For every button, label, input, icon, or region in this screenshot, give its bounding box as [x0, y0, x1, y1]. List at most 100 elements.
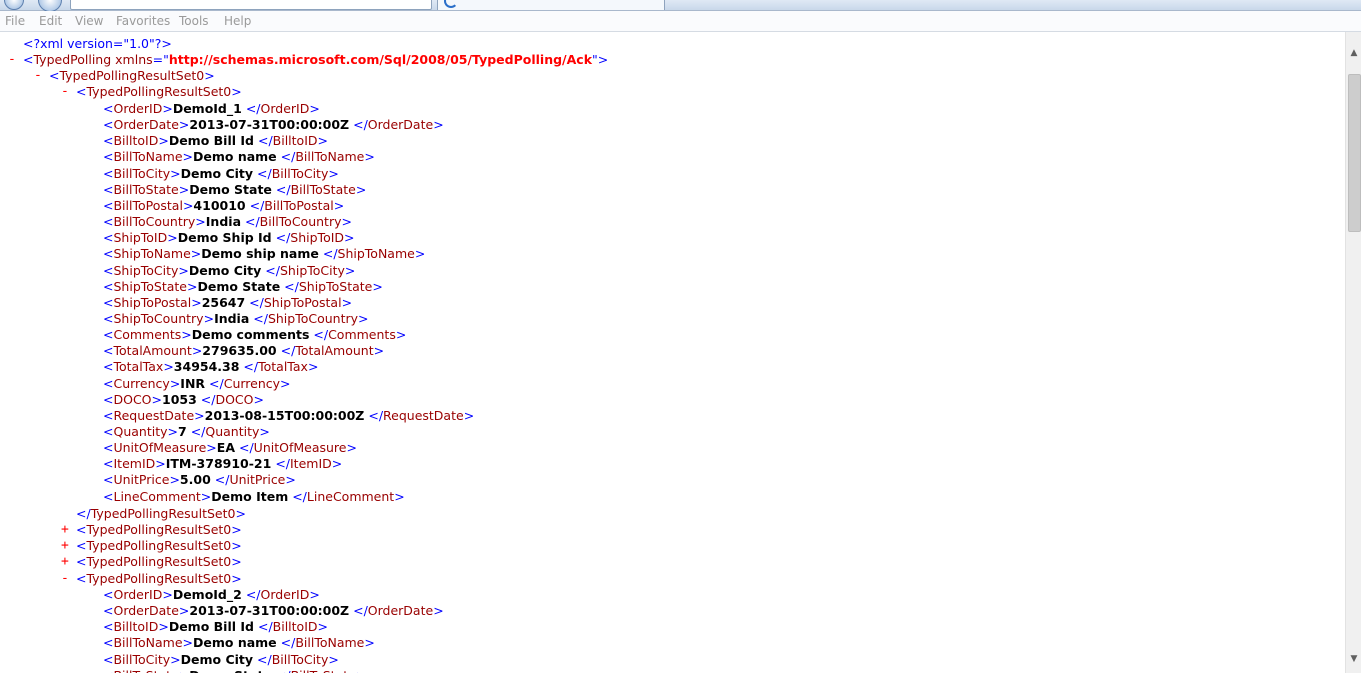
field-value: 1053: [162, 391, 197, 407]
field-tag-name: ShipToID: [290, 230, 345, 246]
bracket: </: [257, 165, 272, 181]
back-button[interactable]: [4, 0, 24, 10]
field-tag-name: DOCO: [215, 391, 254, 407]
bracket: <: [103, 165, 114, 181]
field-tag-name: Quantity: [205, 424, 260, 439]
bracket: <: [103, 651, 114, 667]
field-value: Demo comments: [191, 327, 310, 343]
bracket: <: [103, 456, 114, 472]
xml-field-line: <LineComment>Demo Item </LineComment>: [103, 489, 405, 505]
scroll-up-arrow-icon[interactable]: ▲: [1346, 46, 1361, 60]
menu-file[interactable]: File: [5, 14, 25, 28]
collapse-toggle[interactable]: -: [61, 84, 69, 100]
browser-tab[interactable]: [437, 0, 665, 10]
bracket: </: [190, 424, 206, 439]
bracket: >: [167, 424, 178, 439]
xml-field-line: <TotalTax>34954.38 </TotalTax>: [103, 359, 318, 375]
expand-toggle[interactable]: +: [61, 522, 69, 538]
field-value: 2013-07-31T00:00:00Z: [189, 117, 350, 133]
bracket: >: [280, 375, 291, 391]
xml-field-line: <BillToState>Demo State </BillToState>: [103, 668, 366, 673]
field-tag-name: BillToCity: [271, 165, 329, 181]
bracket: >: [372, 278, 383, 294]
field-tag-name: BillToCity: [271, 651, 329, 667]
field-value: Demo State: [197, 278, 281, 294]
xml-field-line: <RequestDate>2013-08-15T00:00:00Z </Requ…: [103, 408, 474, 424]
bracket: <: [103, 488, 114, 504]
xml-field-line: <BilltoID>Demo Bill Id </BilltoID>: [103, 619, 328, 635]
bracket: >: [178, 603, 190, 619]
field-value: Demo State: [189, 668, 272, 673]
menu-favorites[interactable]: Favorites: [116, 14, 170, 28]
bracket: >: [395, 327, 407, 343]
menu-view[interactable]: View: [75, 14, 103, 28]
field-value: Demo Ship Id: [177, 230, 272, 246]
bracket: >: [317, 133, 328, 149]
bracket: >: [191, 294, 202, 310]
bracket: </: [209, 375, 224, 391]
collapse-toggle[interactable]: -: [34, 68, 42, 84]
tag-name: TypedPollingResultSet0: [90, 506, 236, 521]
bracket: >: [182, 635, 193, 651]
field-value: Demo State: [189, 181, 272, 197]
field-tag-name: OrderDate: [367, 117, 434, 133]
field-value: 2013-07-31T00:00:00Z: [189, 603, 350, 619]
field-tag-name: BillToPostal: [264, 197, 334, 213]
xml-field-line: <Currency>INR </Currency>: [103, 376, 291, 392]
collapsed-record: <TypedPollingResultSet0>: [76, 538, 242, 553]
menu-tools[interactable]: Tools: [179, 14, 209, 28]
bracket: >: [433, 603, 444, 619]
xml-field-line: <BillToCity>Demo City </BillToCity>: [103, 166, 339, 182]
bracket: <: [103, 407, 114, 423]
scroll-down-arrow-icon[interactable]: ▼: [1346, 652, 1361, 666]
field-tag-name: Comments: [328, 327, 396, 343]
bracket: <: [103, 375, 114, 391]
xml-field-line: <ShipToState>Demo State </ShipToState>: [103, 279, 383, 295]
root-attr-value: http://schemas.microsoft.com/Sql/2008/05…: [168, 52, 593, 67]
bracket: >: [364, 149, 375, 165]
bracket: <: [103, 310, 114, 326]
expand-toggle[interactable]: +: [61, 538, 69, 554]
bracket: <: [103, 246, 114, 262]
root-attr-name: xmlns: [115, 52, 153, 67]
vertical-scrollbar[interactable]: ▲ ▼: [1345, 32, 1361, 673]
bracket: </: [284, 278, 299, 294]
bracket: </: [353, 603, 368, 619]
field-tag-name: BilltoID: [113, 133, 159, 149]
bracket: <: [103, 181, 114, 197]
xml-field-line: <DOCO>1053 </DOCO>: [103, 392, 264, 408]
expand-toggle[interactable]: +: [61, 554, 69, 570]
field-value: 2013-08-15T00:00:00Z: [204, 407, 365, 423]
field-value: India: [214, 310, 250, 326]
field-tag-name: OrderDate: [113, 603, 179, 619]
collapse-toggle[interactable]: -: [8, 52, 16, 68]
field-tag-name: BillToState: [291, 668, 356, 673]
field-tag-name: BillToPostal: [113, 197, 183, 213]
bracket: </: [276, 668, 291, 673]
field-value: Demo City: [188, 262, 262, 278]
field-tag-name: BillToName: [295, 149, 365, 165]
bracket: </: [238, 440, 254, 456]
field-tag-name: ShipToName: [337, 246, 415, 262]
bracket: </: [368, 407, 384, 423]
menu-edit[interactable]: Edit: [39, 14, 62, 28]
bracket: >: [178, 181, 190, 197]
bracket: <: [103, 424, 114, 439]
tag-name: TypedPollingResultSet0: [86, 84, 232, 99]
field-tag-name: DOCO: [113, 391, 152, 407]
bracket: <: [103, 117, 114, 133]
xml-field-line: <ShipToID>Demo Ship Id </ShipToID>: [103, 230, 355, 246]
bracket: >: [179, 668, 189, 673]
field-value: Demo name: [193, 635, 277, 651]
bracket: >: [341, 214, 352, 230]
field-tag-name: LineComment: [306, 488, 395, 504]
field-value: Demo ship name: [201, 246, 319, 262]
field-tag-name: RequestDate: [383, 407, 464, 423]
address-bar[interactable]: [70, 0, 432, 10]
collapse-toggle[interactable]: -: [61, 571, 69, 587]
menu-help[interactable]: Help: [224, 14, 251, 28]
bracket: <: [103, 214, 114, 230]
bracket: >: [346, 440, 357, 456]
scrollbar-thumb[interactable]: [1348, 74, 1361, 232]
xml-field-line: <BillToPostal>410010 </BillToPostal>: [103, 198, 344, 214]
